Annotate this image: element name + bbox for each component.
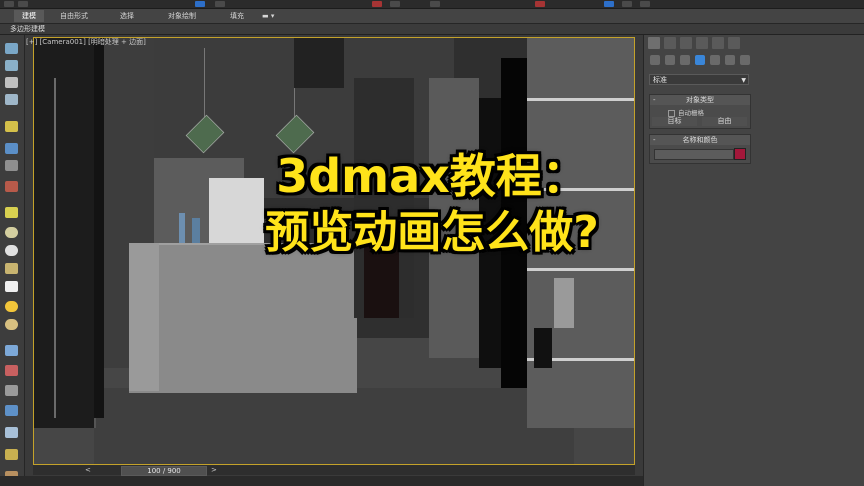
compound-icon[interactable] — [5, 365, 18, 376]
chevron-down-icon: ▼ — [741, 77, 746, 84]
shelf-sculpture — [534, 328, 552, 368]
ribbon-subpanel: 多边形建模 — [0, 24, 864, 35]
tab-populate[interactable]: 填充 — [222, 10, 252, 22]
tab-selection[interactable]: 选择 — [112, 10, 142, 22]
viewport-label[interactable]: [+] [Camera001] [明暗处理 + 边面] — [26, 37, 146, 47]
hair-icon[interactable] — [5, 405, 18, 416]
create-category-icons — [650, 55, 760, 67]
command-panel-tabs — [648, 37, 758, 49]
headline-subtitle: 预览动画怎么做? — [265, 207, 599, 258]
autogrid-checkbox[interactable]: 自动栅格 — [668, 107, 704, 117]
geosphere-icon[interactable] — [5, 319, 18, 330]
select-by-name-icon[interactable] — [215, 1, 225, 7]
shelf-ornament — [554, 278, 574, 328]
systems-icon[interactable] — [740, 55, 750, 65]
free-camera-button[interactable]: 自由 — [702, 117, 747, 126]
select-object-icon[interactable] — [195, 1, 205, 7]
collapse-icon: - — [653, 96, 656, 104]
category-dropdown[interactable]: 标准 ▼ — [649, 74, 749, 85]
tab-freeform[interactable]: 自由形式 — [52, 10, 96, 22]
shapes-icon[interactable] — [665, 55, 675, 65]
main-toolbar — [0, 0, 864, 9]
plane-icon[interactable] — [5, 60, 18, 71]
render-frame-icon[interactable] — [622, 1, 632, 7]
autogrid-label: 自动栅格 — [678, 109, 704, 117]
particles-icon[interactable] — [5, 345, 18, 356]
create-tab-icon[interactable] — [648, 37, 660, 49]
ribbon-bar: 建模 自由形式 选择 对象绘制 填充 ▬ ▾ — [0, 9, 864, 24]
display-tab-icon[interactable] — [712, 37, 724, 49]
utilities-tab-icon[interactable] — [728, 37, 740, 49]
helpers-icon[interactable] — [710, 55, 720, 65]
tab-object-paint[interactable]: 对象绘制 — [160, 10, 204, 22]
box-icon[interactable] — [5, 77, 18, 88]
reception-counter — [129, 243, 357, 393]
dynamics-icon[interactable] — [5, 385, 18, 396]
timeline-next-button[interactable]: > — [211, 465, 217, 475]
teapot-icon[interactable] — [5, 43, 18, 54]
category-value: 标准 — [653, 76, 667, 84]
sun-icon[interactable] — [5, 301, 18, 312]
render-production-icon[interactable] — [640, 1, 650, 7]
foliage-icon[interactable] — [5, 449, 18, 460]
command-panel: 标准 ▼ - 对象类型 自动栅格 目标 自由 - 名称和颜色 — [643, 35, 864, 486]
move-tool-icon[interactable] — [372, 1, 382, 7]
chandelier — [294, 38, 344, 88]
object-type-rollout: - 对象类型 自动栅格 目标 自由 — [649, 94, 751, 129]
hierarchy-tab-icon[interactable] — [680, 37, 692, 49]
counter-side — [129, 243, 159, 391]
motion-tab-icon[interactable] — [696, 37, 708, 49]
redo-icon[interactable] — [18, 1, 28, 7]
shelf-board — [527, 98, 634, 101]
target-camera-button[interactable]: 目标 — [652, 117, 697, 126]
torus-icon[interactable] — [5, 263, 18, 274]
scale-tool-icon[interactable] — [430, 1, 440, 7]
polygon-modeling-label[interactable]: 多边形建模 — [10, 24, 45, 34]
modify-tab-icon[interactable] — [664, 37, 676, 49]
object-type-header[interactable]: - 对象类型 — [650, 95, 750, 105]
fur-icon[interactable] — [5, 427, 18, 438]
rotate-tool-icon[interactable] — [390, 1, 400, 7]
shelf-board — [527, 268, 634, 271]
lightbulb-icon[interactable] — [5, 121, 18, 132]
geometry-icon[interactable] — [650, 55, 660, 65]
checkbox-icon — [668, 109, 675, 117]
render-setup-icon[interactable] — [604, 1, 614, 7]
cone-icon[interactable] — [5, 281, 18, 292]
timeline-prev-button[interactable]: < — [85, 465, 91, 475]
cameras-icon[interactable] — [695, 55, 705, 65]
lights-icon[interactable] — [680, 55, 690, 65]
timeline-bar[interactable]: < 100 / 900 > — [33, 465, 635, 476]
tab-modeling[interactable]: 建模 — [14, 10, 44, 22]
pendant-cord — [204, 48, 205, 118]
object-type-title: 对象类型 — [686, 96, 714, 104]
ribbon-options-dropdown[interactable]: ▬ ▾ — [256, 10, 280, 22]
snap-toggle-icon[interactable] — [535, 1, 545, 7]
space-warps-icon[interactable] — [725, 55, 735, 65]
left-tool-strip — [0, 35, 25, 486]
grid-icon[interactable] — [5, 94, 18, 105]
undo-icon[interactable] — [4, 1, 14, 7]
time-slider[interactable]: 100 / 900 — [121, 466, 207, 476]
floor-shadow — [94, 388, 574, 464]
